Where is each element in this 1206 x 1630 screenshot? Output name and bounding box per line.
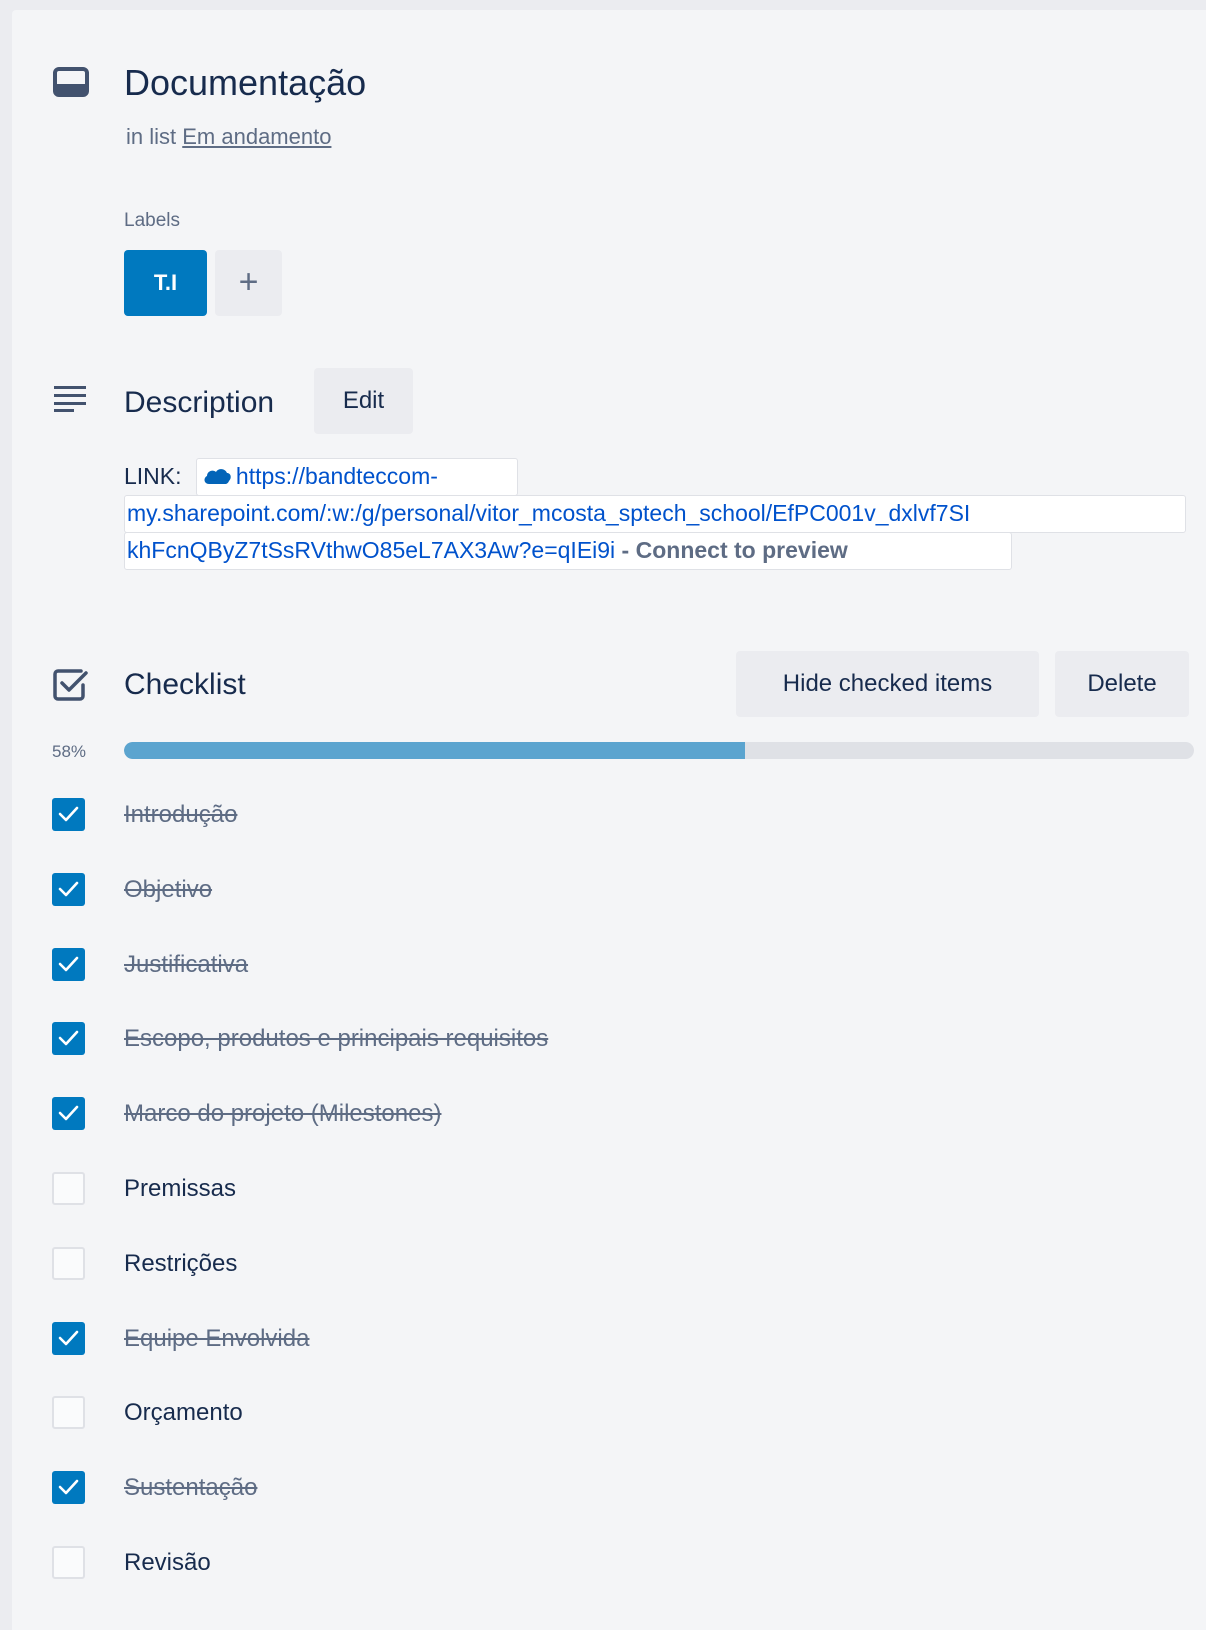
- label-chip-ti[interactable]: T.I: [124, 250, 207, 316]
- checklist-item-text[interactable]: Escopo, produtos e principais requisitos: [124, 1024, 548, 1054]
- checklist-item-checkbox[interactable]: [52, 1097, 85, 1130]
- edit-description-button[interactable]: Edit: [314, 368, 413, 434]
- card-list-info: in list Em andamento: [126, 122, 331, 152]
- checklist-item-text[interactable]: Orçamento: [124, 1398, 243, 1428]
- checklist-item[interactable]: Premissas: [52, 1164, 1182, 1214]
- checklist-progress-percent: 58%: [52, 742, 87, 761]
- checklist-item-text[interactable]: Sustentação: [124, 1473, 257, 1503]
- checkmark-icon: [58, 956, 79, 972]
- checklist-item-checkbox[interactable]: [52, 948, 85, 981]
- checklist-item[interactable]: Justificativa: [52, 940, 1182, 990]
- checklist-item-checkbox[interactable]: [52, 1172, 85, 1205]
- link-url-line-3[interactable]: khFcnQByZ7tSsRVthwO85eL7AX3Aw?e=qIEi9i: [127, 537, 615, 563]
- checklist-item-text[interactable]: Equipe Envolvida: [124, 1324, 309, 1354]
- checklist-progress-fill: [124, 742, 745, 759]
- card-icon: [53, 67, 89, 97]
- checklist-item-text[interactable]: Marco do projeto (Milestones): [124, 1099, 441, 1129]
- checkmark-icon: [58, 806, 79, 822]
- checkmark-icon: [58, 1105, 79, 1121]
- link-url-line-1[interactable]: https://bandteccom-: [236, 463, 438, 489]
- link-prefix: LINK:: [124, 463, 182, 489]
- checklist-item-checkbox[interactable]: [52, 798, 85, 831]
- checklist-item-checkbox[interactable]: [52, 1546, 85, 1579]
- onedrive-cloud-icon: [204, 469, 231, 484]
- checklist-progress-bar: [124, 742, 1194, 759]
- checklist-item-text[interactable]: Revisão: [124, 1548, 211, 1578]
- checklist-item[interactable]: Sustentação: [52, 1463, 1182, 1513]
- description-icon: [54, 386, 86, 412]
- delete-checklist-button[interactable]: Delete: [1055, 651, 1189, 717]
- checklist-icon: [53, 669, 88, 701]
- checklist-item-checkbox[interactable]: [52, 1022, 85, 1055]
- checklist-title: Checklist: [124, 668, 246, 701]
- checklist-item[interactable]: Orçamento: [52, 1388, 1182, 1438]
- checklist-item[interactable]: Introdução: [52, 790, 1182, 840]
- checklist-item-text[interactable]: Restrições: [124, 1249, 237, 1279]
- checklist-item-text[interactable]: Objetivo: [124, 875, 212, 905]
- checkmark-icon: [58, 1479, 79, 1495]
- checklist-item-text[interactable]: Justificativa: [124, 950, 248, 980]
- checkmark-icon: [58, 1330, 79, 1346]
- checklist-item-checkbox[interactable]: [52, 1396, 85, 1429]
- list-name-link[interactable]: Em andamento: [182, 124, 331, 149]
- checklist-item[interactable]: Revisão: [52, 1538, 1182, 1588]
- checklist-item[interactable]: Escopo, produtos e principais requisitos: [52, 1014, 1182, 1064]
- checkmark-icon: [58, 881, 79, 897]
- description-title: Description: [124, 386, 275, 419]
- card-title[interactable]: Documentação: [124, 58, 366, 108]
- labels-heading: Labels: [124, 210, 180, 231]
- add-label-button[interactable]: +: [215, 250, 282, 316]
- checklist-item-text[interactable]: Premissas: [124, 1174, 236, 1204]
- link-url-line-2[interactable]: my.sharepoint.com/:w:/g/personal/vitor_m…: [127, 500, 970, 526]
- checklist-item-text[interactable]: Introdução: [124, 800, 237, 830]
- connect-to-preview-link[interactable]: Connect to preview: [636, 537, 848, 563]
- checklist-item-checkbox[interactable]: [52, 1247, 85, 1280]
- preview-separator: -: [615, 537, 636, 563]
- checkmark-icon: [58, 1030, 79, 1046]
- hide-checked-items-button[interactable]: Hide checked items: [736, 651, 1039, 717]
- checklist-item-checkbox[interactable]: [52, 1471, 85, 1504]
- checklist-item-checkbox[interactable]: [52, 1322, 85, 1355]
- checklist-item-checkbox[interactable]: [52, 873, 85, 906]
- checklist-item[interactable]: Restrições: [52, 1239, 1182, 1289]
- checklist-item[interactable]: Marco do projeto (Milestones): [52, 1089, 1182, 1139]
- in-list-prefix: in list: [126, 124, 177, 149]
- checklist-item[interactable]: Equipe Envolvida: [52, 1314, 1182, 1364]
- checklist-item[interactable]: Objetivo: [52, 865, 1182, 915]
